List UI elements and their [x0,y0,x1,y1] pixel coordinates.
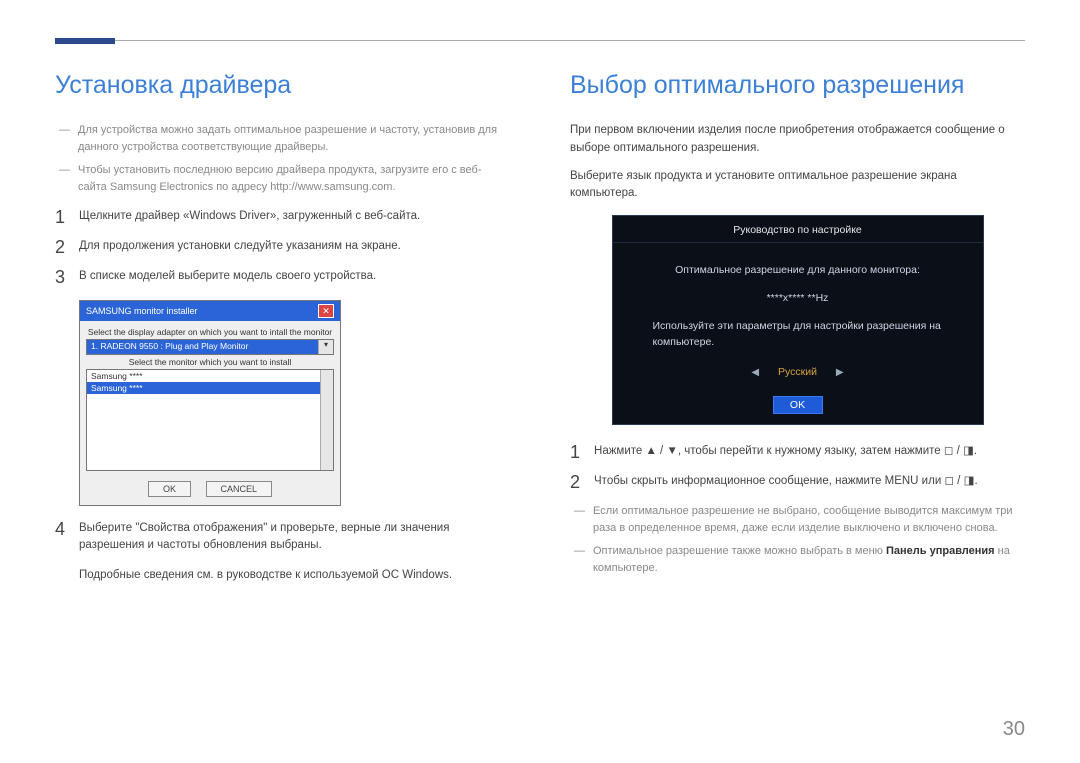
left-step-2-text: Для продолжения установки следуйте указа… [79,238,401,256]
button-icon: ◨ [964,475,975,487]
installer-adapter-combo[interactable]: 1. RADEON 9550 : Plug and Play Monitor ▾ [86,339,334,355]
left-step-3: 3 В списке моделей выберите модель своег… [55,268,510,286]
left-note-1-text: Для устройства можно задать оптимальное … [78,122,510,156]
left-note-1: ― Для устройства можно задать оптимально… [55,122,510,156]
step-number: 3 [55,268,65,286]
right-step-1: 1 Нажмите ▲ / ▼, чтобы перейти к нужному… [570,443,1025,461]
scrollbar[interactable] [320,370,333,470]
panel-bold: Панель управления [886,545,995,557]
left-footnote: Подробные сведения см. в руководстве к и… [79,567,510,584]
osd-line-2: Используйте эти параметры для настройки … [613,313,983,357]
left-heading: Установка драйвера [55,71,510,100]
right-note-1-text: Если оптимальное разрешение не выбрано, … [593,503,1025,537]
ok-button[interactable]: OK [148,481,191,497]
step-number: 2 [55,238,65,256]
installer-window: SAMSUNG monitor installer ✕ Select the d… [79,300,341,506]
left-step-1-text: Щелкните драйвер «Windows Driver», загру… [79,208,420,226]
osd-title: Руководство по настройке [613,216,983,243]
installer-title-text: SAMSUNG monitor installer [86,306,198,316]
left-note-2: ― Чтобы установить последнюю версию драй… [55,162,510,196]
left-step-1: 1 Щелкните драйвер «Windows Driver», заг… [55,208,510,226]
left-step-3-text: В списке моделей выберите модель своего … [79,268,376,286]
header-accent [55,38,115,44]
installer-label-mid: Select the monitor which you want to ins… [86,355,334,369]
right-note-2-text: Оптимальное разрешение также можно выбра… [593,543,1025,577]
dash-icon: ― [574,543,585,577]
right-intro-2: Выберите язык продукта и установите опти… [570,168,1025,204]
osd-language-selector[interactable]: ◀ Русский ▶ [613,356,983,388]
right-heading: Выбор оптимального разрешения [570,71,1025,100]
step-number: 1 [570,443,580,461]
left-arrow-icon[interactable]: ◀ [751,367,759,378]
step-number: 2 [570,473,580,491]
close-icon[interactable]: ✕ [318,304,334,318]
osd-language-value: Русский [778,366,817,378]
right-column: Выбор оптимального разрешения При первом… [570,71,1025,584]
left-step-4: 4 Выберите "Свойства отображения" и пров… [55,520,510,555]
right-note-2: ― Оптимальное разрешение также можно выб… [570,543,1025,577]
installer-combo-text: 1. RADEON 9550 : Plug and Play Monitor [87,340,318,354]
left-step-4-text: Выберите "Свойства отображения" и провер… [79,520,510,555]
button-icon: ◻ [944,445,954,457]
osd-resolution: ****x**** **Hz [613,285,983,313]
left-step-2: 2 Для продолжения установки следуйте ука… [55,238,510,256]
installer-titlebar: SAMSUNG monitor installer ✕ [80,301,340,321]
list-item[interactable]: Samsung **** [87,370,333,382]
dash-icon: ― [59,122,70,156]
right-step-2: 2 Чтобы скрыть информационное сообщение,… [570,473,1025,491]
left-note-2-text: Чтобы установить последнюю версию драйве… [78,162,510,196]
osd-line-1: Оптимальное разрешение для данного монит… [613,257,983,285]
left-column: Установка драйвера ― Для устройства можн… [55,71,510,584]
installer-label-top: Select the display adapter on which you … [86,325,334,339]
right-step-1-text: Нажмите ▲ / ▼, чтобы перейти к нужному я… [594,443,977,461]
cancel-button[interactable]: CANCEL [206,481,273,497]
dash-icon: ― [574,503,585,537]
right-arrow-icon[interactable]: ▶ [836,367,844,378]
chevron-down-icon[interactable]: ▾ [318,340,333,354]
step-number: 1 [55,208,65,226]
right-step-2-text: Чтобы скрыть информационное сообщение, н… [594,473,978,491]
osd-ok-button[interactable]: OK [773,396,823,414]
installer-monitor-list[interactable]: Samsung **** Samsung **** [86,369,334,471]
page-number: 30 [1003,718,1025,741]
down-arrow-icon: ▼ [666,445,677,457]
up-arrow-icon: ▲ [645,445,656,457]
step-number: 4 [55,520,65,555]
right-note-1: ― Если оптимальное разрешение не выбрано… [570,503,1025,537]
button-icon: ◨ [963,445,974,457]
dash-icon: ― [59,162,70,196]
osd-panel: Руководство по настройке Оптимальное раз… [612,215,984,425]
header-rule [55,40,1025,41]
button-icon: ◻ [944,475,954,487]
list-item-selected[interactable]: Samsung **** [87,382,333,394]
right-intro-1: При первом включении изделия после приоб… [570,122,1025,158]
